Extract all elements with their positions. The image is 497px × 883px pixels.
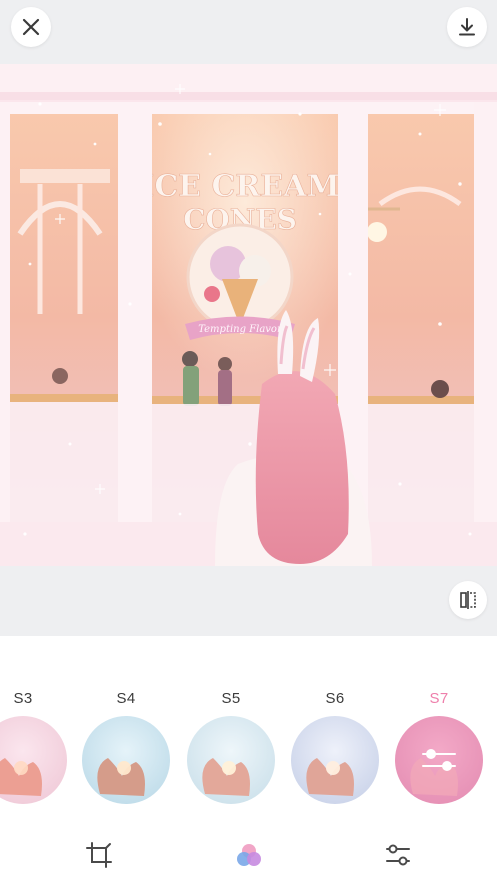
hands-image (97, 758, 145, 796)
filter-label-active: S7 (429, 690, 449, 707)
filter-thumbnail[interactable] (82, 716, 170, 804)
filter-label: S5 (221, 690, 241, 707)
compare-icon (460, 591, 476, 609)
adjust-button[interactable] (383, 840, 413, 870)
top-bar (0, 0, 497, 64)
filter-thumbnail[interactable] (291, 716, 379, 804)
photo-preview[interactable]: ICE CREAM CONES Tempting Flavor (0, 64, 497, 566)
hands-image (306, 758, 354, 796)
filters-tab-button[interactable] (234, 840, 264, 870)
filter-label: S3 (13, 690, 33, 707)
download-button[interactable] (447, 7, 487, 47)
filter-label: S6 (325, 690, 345, 707)
download-icon (459, 18, 475, 36)
hands-image (202, 758, 250, 796)
crop-button[interactable] (84, 840, 114, 870)
crop-icon (86, 842, 112, 868)
hands-image (0, 758, 42, 796)
filter-thumbnail[interactable] (187, 716, 275, 804)
filter-thumbnail-selected[interactable] (395, 716, 483, 804)
filter-thumbnail[interactable] (0, 716, 67, 804)
sign-ribbon: Tempting Flavor (198, 324, 283, 335)
compare-button[interactable] (449, 581, 487, 619)
sign-line1: ICE CREAM (140, 169, 339, 204)
filter-settings-icon[interactable] (421, 746, 457, 774)
filter-label: S4 (116, 690, 136, 707)
filters-icon (237, 844, 261, 866)
close-icon (22, 18, 40, 36)
photo-artwork: ICE CREAM CONES Tempting Flavor (0, 64, 497, 566)
adjust-icon (386, 844, 410, 866)
close-button[interactable] (11, 7, 51, 47)
